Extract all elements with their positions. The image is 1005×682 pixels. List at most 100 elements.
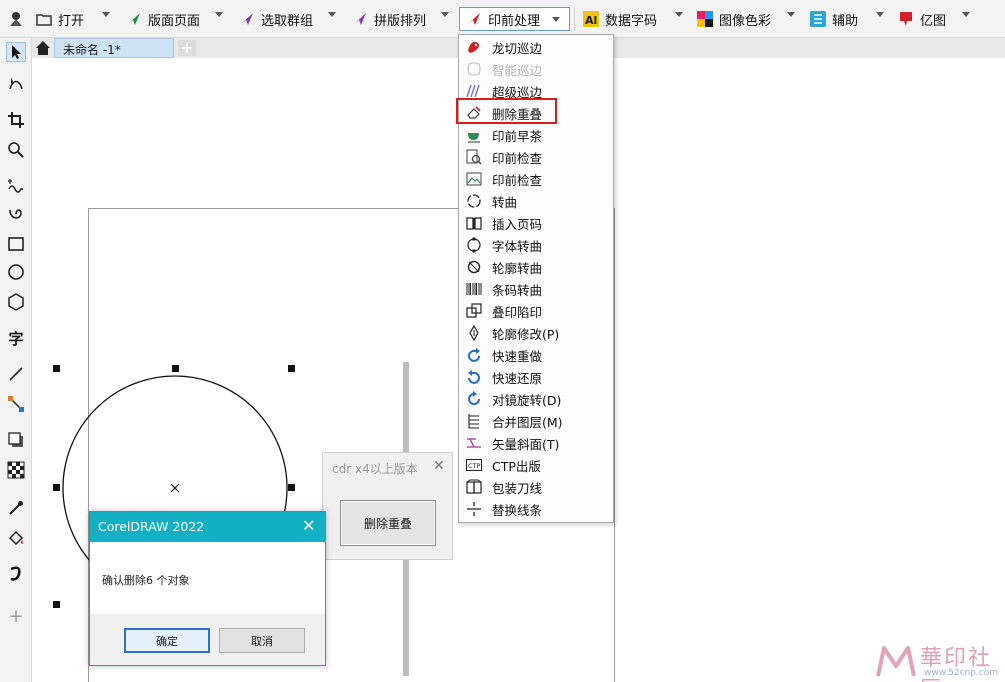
prepress-button[interactable]: 印前处理 [459,7,570,31]
rotate-icon [464,391,484,407]
image-color-button[interactable]: 图像色彩 [697,8,771,30]
open-button[interactable]: 打开 [36,8,84,30]
selection-handle[interactable] [288,484,295,491]
menu-item-overprint-trap[interactable]: 叠印陷印 [460,300,612,322]
chevron-down-icon[interactable] [102,12,110,17]
menu-item-label: 转曲 [492,194,518,210]
tab-untitled-document[interactable]: 未命名 -1* [54,38,174,58]
purple-plane-icon [352,11,368,27]
ok-button[interactable]: 确定 [124,628,210,653]
menu-item-dragon-cut[interactable]: 龙切巡边 [460,36,612,58]
eyedropper-tool-icon[interactable] [6,498,26,518]
zoom-tool-icon[interactable] [6,140,26,160]
dimension-tool-icon[interactable] [6,364,26,384]
ai-icon: Al [583,11,599,27]
rectangle-tool-icon[interactable] [6,234,26,254]
assist-button[interactable]: 辅助 [810,8,858,30]
menu-item-replace-lines[interactable]: 替换线条 [460,498,612,520]
menu-item-label: CTP出版 [492,458,541,474]
selection-handle[interactable] [172,365,179,372]
menu-item-prepress-tea[interactable]: 印前早茶 [460,124,612,146]
chevron-down-icon[interactable] [215,12,223,17]
chevron-down-icon[interactable] [962,12,970,17]
app-logo-icon [6,9,26,29]
transparency-tool-icon[interactable] [6,460,26,480]
pick-tool-icon[interactable] [6,42,26,62]
chevron-down-icon[interactable] [441,12,449,17]
ellipse-tool-icon[interactable] [6,262,26,282]
layers-icon [464,413,484,429]
artistic-media-tool-icon[interactable] [6,204,26,224]
close-icon[interactable]: ✕ [433,458,445,474]
menu-item-package-dieline[interactable]: 包装刀线 [460,476,612,498]
menu-item-outline-modify[interactable]: 轮廓修改(P) [460,322,612,344]
menu-item-insert-page-number[interactable]: 插入页码 [460,212,612,234]
text-tool-icon[interactable]: 字 [6,328,26,348]
drop-shadow-tool-icon[interactable] [6,430,26,450]
menu-item-convert-curves[interactable]: 转曲 [460,190,612,212]
ctp-icon: CTP [464,457,484,473]
chevron-down-icon[interactable] [876,12,884,17]
menu-item-outline-to-curves[interactable]: 轮廓转曲 [460,256,612,278]
menu-item-merge-layers[interactable]: 合并图层(M) [460,410,612,432]
menu-item-smart-trace[interactable]: 智能巡边 [460,58,612,80]
fill-tool-icon[interactable] [6,528,26,548]
delete-overlap-button[interactable]: 删除重叠 [340,500,436,546]
polygon-tool-icon[interactable] [6,292,26,312]
menu-item-preflight-check[interactable]: 印前检查 [460,146,612,168]
barcode-icon [464,281,484,297]
shape-outline-icon [464,61,484,77]
overlap-squares-icon [464,303,484,319]
menu-item-label: 印前早茶 [492,128,543,144]
highlight-box [456,98,557,124]
menu-item-preflight-image[interactable]: 印前检查 [460,168,612,190]
menu-item-label: 轮廓修改(P) [492,326,560,342]
chevron-down-icon[interactable] [552,16,561,22]
main-toolbar: 打开 版面页面 选取群组 拼版排列 印前处理 Al 数据字码 图像色彩 辅助 亿… [0,0,1005,38]
selection-handle[interactable] [288,365,295,372]
menu-item-mirror-rotate[interactable]: 对镜旋转(D) [460,388,612,410]
add-tab-button[interactable]: + [178,40,196,56]
menu-item-label: 替换线条 [492,502,543,518]
menu-item-font-to-curves[interactable]: 字体转曲 [460,234,612,256]
menu-item-barcode-to-curves[interactable]: 条码转曲 [460,278,612,300]
crop-tool-icon[interactable] [6,110,26,130]
layout-page-button[interactable]: 版面页面 [126,8,200,30]
yitu-button[interactable]: 亿图 [898,8,946,30]
connector-tool-icon[interactable] [6,394,26,414]
home-icon[interactable] [32,38,54,58]
folder-icon [36,11,52,27]
menu-item-vector-bevel[interactable]: 矢量斜面(T) [460,432,612,454]
green-plane-icon [126,11,142,27]
selection-handle[interactable] [53,484,60,491]
image-check-icon [464,171,484,187]
menu-item-label: 对镜旋转(D) [492,392,562,408]
data-barcode-button[interactable]: Al 数据字码 [583,8,657,30]
chevron-down-icon[interactable] [787,12,795,17]
center-mark [170,483,180,493]
freehand-tool-icon[interactable] [6,176,26,196]
imposition-button[interactable]: 拼版排列 [352,8,426,30]
prepress-label: 印前处理 [488,13,541,29]
cancel-button[interactable]: 取消 [219,628,305,653]
menu-item-label: 合并图层(M) [492,414,563,430]
select-group-label: 选取群组 [261,13,314,29]
shape-tool-icon[interactable] [6,74,26,94]
menu-item-ctp-publish[interactable]: CTP CTP出版 [460,454,612,476]
select-group-button[interactable]: 选取群组 [239,8,313,30]
close-icon[interactable]: ✕ [302,516,315,535]
svg-text:Al: Al [585,14,597,27]
menu-item-quick-undo[interactable]: 快速还原 [460,366,612,388]
tab-label: 未命名 -1* [63,43,121,57]
chevron-down-icon[interactable] [675,12,683,17]
add-tool-icon[interactable]: + [6,606,26,627]
smart-fill-tool-icon[interactable] [6,564,26,584]
selection-handle[interactable] [53,365,60,372]
menu-item-label: 插入页码 [492,216,543,232]
watermark-url: www.52cnp.com [924,668,999,678]
selection-handle[interactable] [53,601,60,608]
chevron-down-icon[interactable] [328,12,336,17]
menu-item-quick-redo[interactable]: 快速重做 [460,344,612,366]
dialog-message: 确认删除6 个对象 [102,574,190,587]
dotted-circle-icon [464,237,484,253]
